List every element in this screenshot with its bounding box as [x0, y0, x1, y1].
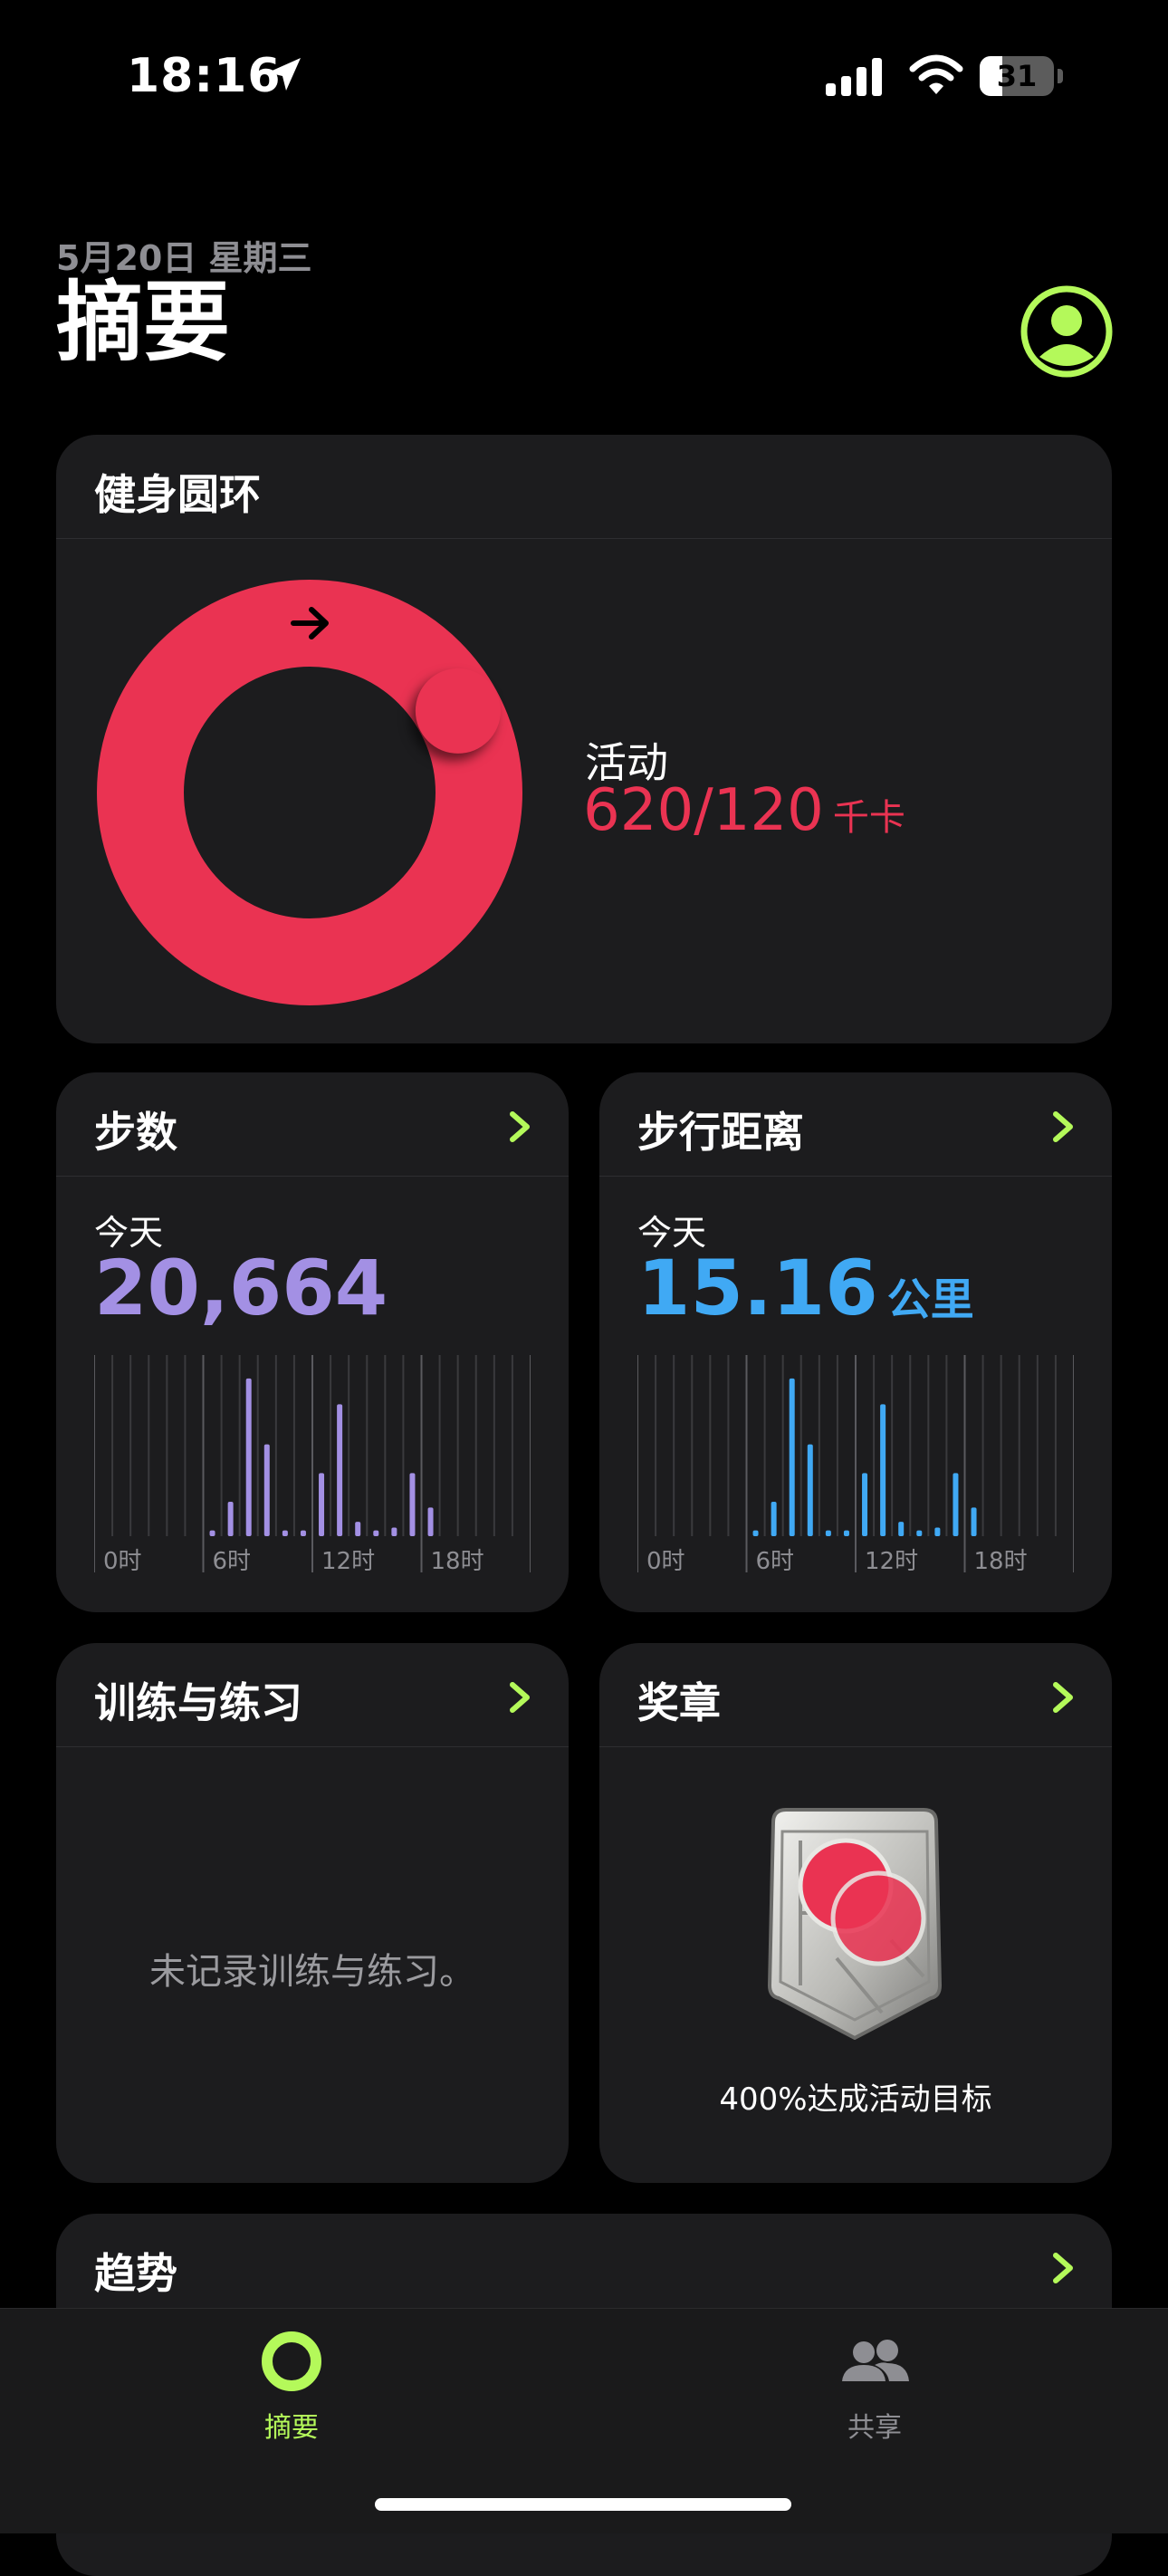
- hour-bar: [916, 1530, 923, 1536]
- hour-bar: [227, 1502, 234, 1536]
- steps-card[interactable]: 步数 今天 20,664 0时 6时 12时 18时: [56, 1072, 569, 1612]
- battery-percent: 31: [996, 59, 1038, 93]
- walking-distance-card[interactable]: 步行距离 今天 15.16 公里 0时 6时 12时 18时: [599, 1072, 1112, 1612]
- hour-bar: [898, 1522, 905, 1536]
- card-header: 训练与练习: [56, 1643, 569, 1747]
- distance-unit: 公里: [886, 1274, 974, 1325]
- workouts-card[interactable]: 训练与练习 未记录训练与练习。: [56, 1643, 569, 2183]
- home-indicator[interactable]: [375, 2498, 791, 2511]
- hour-tick-label: 0时: [103, 1548, 142, 1572]
- chevron-right-icon[interactable]: [507, 1679, 534, 1716]
- card-title: 奖章: [637, 1678, 721, 1727]
- card-header: 步数: [56, 1072, 569, 1177]
- hour-bar: [263, 1444, 270, 1536]
- cellular-signal-icon: [826, 58, 882, 96]
- hour-bar: [971, 1507, 977, 1536]
- tab-summary[interactable]: 摘要: [201, 2325, 382, 2445]
- tab-sharing[interactable]: 共享: [784, 2325, 965, 2445]
- hour-bar: [807, 1444, 813, 1536]
- activity-unit: 千卡: [832, 797, 905, 839]
- hour-tick-label: 12时: [321, 1548, 375, 1572]
- hour-tick-label: 6时: [756, 1548, 795, 1572]
- people-icon: [842, 2340, 909, 2381]
- hour-bar: [337, 1404, 343, 1536]
- card-title: 趋势: [94, 2249, 177, 2298]
- hour-bar: [953, 1473, 959, 1536]
- hour-tick-label: 18时: [431, 1548, 484, 1572]
- chevron-right-icon[interactable]: [507, 1109, 534, 1145]
- fitness-rings-card[interactable]: 健身圆环 活动 620/120 千卡: [56, 435, 1112, 1043]
- activity-ring: [97, 580, 522, 1005]
- hour-bar: [880, 1404, 886, 1536]
- card-title: 训练与练习: [94, 1678, 302, 1727]
- battery-indicator: 31: [980, 56, 1063, 100]
- hour-tick-label: 6时: [213, 1548, 252, 1572]
- hour-bar: [391, 1527, 397, 1536]
- profile-avatar-icon[interactable]: [1020, 284, 1114, 379]
- hour-bar: [282, 1530, 288, 1536]
- hour-bar: [245, 1378, 252, 1536]
- page-title: 摘要: [56, 272, 230, 373]
- hour-bar: [843, 1530, 849, 1536]
- chevron-right-icon[interactable]: [1050, 2250, 1077, 2286]
- hour-bar: [319, 1473, 325, 1536]
- hour-bar: [427, 1507, 434, 1536]
- chevron-right-icon[interactable]: [1050, 1679, 1077, 1716]
- award-badge-icon[interactable]: [755, 1804, 954, 2040]
- card-title: 步数: [94, 1108, 177, 1157]
- steps-value: 20,664: [94, 1244, 388, 1332]
- tab-label: 共享: [847, 2412, 902, 2444]
- tab-label: 摘要: [264, 2412, 319, 2444]
- chevron-right-icon[interactable]: [1050, 1109, 1077, 1145]
- card-header: 趋势: [56, 2214, 1112, 2317]
- hour-bar: [209, 1530, 215, 1536]
- card-title: 步行距离: [637, 1108, 804, 1157]
- steps-hourly-chart: 0时 6时 12时 18时: [94, 1355, 531, 1572]
- award-description: 400%达成活动目标: [719, 2081, 992, 2118]
- hour-tick-label: 18时: [974, 1548, 1028, 1572]
- card-title: 健身圆环: [94, 470, 261, 519]
- activity-ring-tab-icon: [262, 2331, 321, 2391]
- card-header: 步行距离: [599, 1072, 1112, 1177]
- card-header: 健身圆环: [56, 435, 1112, 539]
- card-header: 奖章: [599, 1643, 1112, 1747]
- status-time: 18:16: [127, 49, 282, 103]
- empty-state-text: 未记录训练与练习。: [149, 1951, 475, 1993]
- activity-value: 620/120 千卡: [583, 777, 905, 844]
- distance-hourly-chart: 0时 6时 12时 18时: [637, 1355, 1074, 1572]
- hour-bar: [752, 1530, 759, 1536]
- hour-tick-label: 12时: [865, 1548, 918, 1572]
- wifi-icon: [909, 54, 963, 94]
- hour-bar: [300, 1530, 306, 1536]
- awards-card[interactable]: 奖章 400%达成活动目标: [599, 1643, 1112, 2183]
- hour-tick-label: 0时: [646, 1548, 685, 1572]
- hour-bar: [789, 1378, 795, 1536]
- hour-bar: [862, 1473, 868, 1536]
- hour-bar: [355, 1522, 361, 1536]
- hour-bar: [373, 1530, 379, 1536]
- location-arrow-icon: [268, 58, 301, 91]
- hour-bar: [825, 1530, 831, 1536]
- hour-bar: [934, 1527, 941, 1536]
- hour-bar: [409, 1473, 416, 1536]
- hour-bar: [771, 1502, 777, 1536]
- distance-value: 15.16 公里: [637, 1244, 974, 1332]
